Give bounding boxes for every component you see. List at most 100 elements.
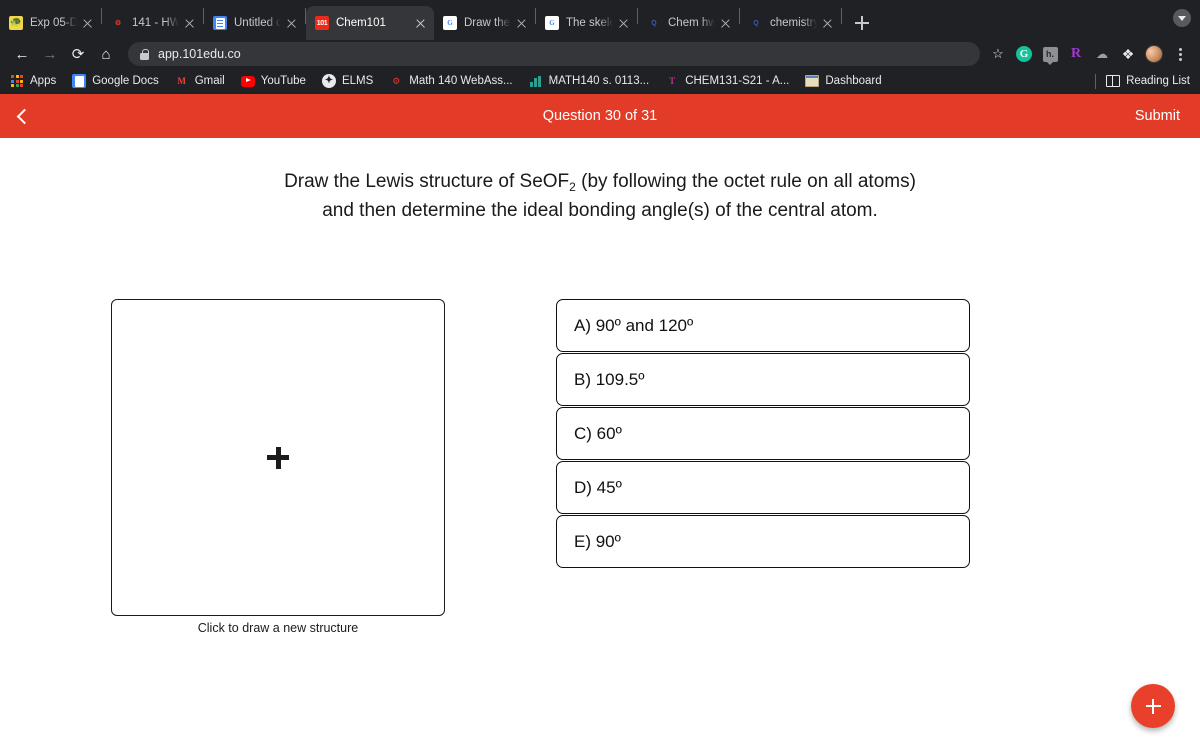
work-area: Click to draw a new structure A) 90º and… [0, 299, 1200, 635]
bookmarks-bar: Apps Google Docs M Gmail YouTube ✦ ELMS … [0, 68, 1200, 94]
bookmark-dashboard[interactable]: Dashboard [805, 74, 882, 88]
dashboard-icon [805, 74, 820, 88]
bars-icon [529, 74, 543, 88]
browser-tab[interactable]: G The skeletal struc [536, 6, 637, 40]
webassign-icon: ⚙ [114, 20, 122, 27]
google-docs-icon [213, 16, 227, 30]
google-icon: G [545, 16, 559, 30]
bookmark-gmail[interactable]: M Gmail [175, 74, 225, 88]
tab-close-icon[interactable] [514, 16, 529, 31]
address-bar[interactable]: app.101edu.co [128, 42, 980, 66]
page-title: Question 30 of 31 [542, 108, 658, 124]
browser-tab[interactable]: ⚙ 141 - HW 16 - 8.7 [102, 6, 203, 40]
rewordify-icon[interactable]: R [1064, 42, 1088, 66]
bookmark-youtube[interactable]: YouTube [240, 74, 306, 88]
tab-close-icon[interactable] [284, 16, 299, 31]
bookmark-google-docs[interactable]: Google Docs [72, 74, 159, 88]
bookmark-elms[interactable]: ✦ ELMS [321, 74, 374, 88]
answer-option-a[interactable]: A) 90º and 120º [556, 299, 970, 352]
bookmark-chem131[interactable]: T CHEM131-S21 - A... [665, 74, 789, 88]
kebab-menu-icon[interactable] [1168, 42, 1192, 66]
tab-title: 141 - HW 16 - 8.7 [132, 17, 179, 29]
tab-title: The skeletal struc [566, 17, 613, 29]
browser-tab-active[interactable]: 101 Chem101 [306, 6, 434, 40]
bookmark-label: Dashboard [825, 75, 882, 87]
terp-icon [9, 16, 23, 30]
home-icon[interactable]: ⌂ [92, 42, 120, 66]
browser-toolbar: ← → ⟳ ⌂ app.101edu.co ☆ G h. R ☁ ❖ [0, 40, 1200, 68]
structure-drawing-canvas[interactable] [111, 299, 445, 616]
page-content: Question 30 of 31 Submit Draw the Lewis … [0, 94, 1200, 750]
quizlet-icon: Q [753, 19, 759, 27]
divider [1095, 73, 1097, 89]
bookmark-label: CHEM131-S21 - A... [685, 75, 790, 87]
tab-title: Chem hw 4 Flash [668, 17, 715, 29]
reload-icon[interactable]: ⟳ [64, 42, 92, 66]
cloud-icon[interactable]: ☁ [1090, 42, 1114, 66]
forward-icon[interactable]: → [36, 42, 64, 66]
tab-title: Untitled documen [234, 17, 281, 29]
bookmark-label: Gmail [194, 75, 225, 87]
bookmark-label: Google Docs [92, 75, 159, 87]
gmail-icon: M [177, 76, 186, 86]
browser-tab[interactable]: Untitled documen [204, 6, 305, 40]
bookmark-label: MATH140 s. 0113... [548, 75, 650, 87]
bookmark-label: YouTube [260, 75, 306, 87]
puzzle-icon[interactable]: ❖ [1116, 42, 1140, 66]
youtube-icon [240, 74, 255, 88]
bookmark-label: Math 140 WebAss... [409, 75, 513, 87]
webassign-icon: ⚙ [392, 75, 401, 86]
bookmark-math140-webassign[interactable]: ⚙ Math 140 WebAss... [389, 74, 512, 88]
browser-tab[interactable]: Q chemistry 1211 Fl [740, 6, 841, 40]
browser-tab[interactable]: G Draw the Lewis st [434, 6, 535, 40]
bookmark-apps[interactable]: Apps [10, 74, 56, 88]
tab-close-icon[interactable] [820, 16, 835, 31]
quizlet-icon: Q [651, 19, 657, 27]
reading-list-icon [1106, 74, 1121, 88]
reading-list-button[interactable]: Reading List [1106, 74, 1190, 88]
tab-close-icon[interactable] [413, 16, 428, 31]
answer-options-list: A) 90º and 120º B) 109.5º C) 60º D) 45º … [556, 299, 970, 635]
answer-option-b[interactable]: B) 109.5º [556, 353, 970, 406]
tab-close-icon[interactable] [616, 16, 631, 31]
bookmark-label: ELMS [341, 75, 374, 87]
google-icon: G [443, 16, 457, 30]
bookmark-label: Apps [30, 75, 57, 87]
tab-strip: Exp 05-Data Shee ⚙ 141 - HW 16 - 8.7 Unt… [0, 0, 1200, 40]
answer-option-d[interactable]: D) 45º [556, 461, 970, 514]
grammarly-icon[interactable]: G [1012, 42, 1036, 66]
answer-option-e[interactable]: E) 90º [556, 515, 970, 568]
tab-close-icon[interactable] [80, 16, 95, 31]
google-docs-icon [72, 74, 87, 88]
question-subscript: 2 [569, 180, 576, 194]
canvas-column: Click to draw a new structure [0, 299, 556, 635]
tab-close-icon[interactable] [182, 16, 197, 31]
canvas-caption: Click to draw a new structure [197, 621, 359, 635]
question-header: Question 30 of 31 Submit [0, 94, 1200, 138]
avatar[interactable] [1142, 42, 1166, 66]
tab-title: Draw the Lewis st [464, 17, 511, 29]
tab-title: chemistry 1211 Fl [770, 17, 817, 29]
bookmark-math140-section[interactable]: MATH140 s. 0113... [529, 74, 650, 88]
tab-close-icon[interactable] [718, 16, 733, 31]
tab-title: Exp 05-Data Shee [30, 17, 77, 29]
browser-tab[interactable]: Exp 05-Data Shee [0, 6, 101, 40]
back-icon[interactable]: ← [8, 42, 36, 66]
browser-tab[interactable]: Q Chem hw 4 Flash [638, 6, 739, 40]
tab-search-icon[interactable] [1173, 9, 1191, 27]
tab-title: Chem101 [336, 17, 386, 29]
toolbar-actions: ☆ G h. R ☁ ❖ [986, 42, 1192, 66]
chevron-left-icon[interactable] [0, 94, 44, 138]
hypothesis-icon[interactable]: h. [1038, 42, 1062, 66]
bookmarks-bar-right: Reading List [1095, 73, 1190, 89]
new-tab-button[interactable] [848, 9, 876, 37]
answer-option-c[interactable]: C) 60º [556, 407, 970, 460]
question-prompt: Draw the Lewis structure of SeOF2 (by fo… [270, 168, 930, 225]
elms-icon: ✦ [321, 74, 336, 88]
help-fab-button[interactable] [1131, 684, 1175, 728]
reading-list-label: Reading List [1126, 75, 1190, 87]
submit-button[interactable]: Submit [1135, 108, 1180, 124]
bookmark-star-icon[interactable]: ☆ [986, 42, 1010, 66]
plus-icon [1145, 698, 1161, 714]
url-text: app.101edu.co [158, 47, 241, 61]
